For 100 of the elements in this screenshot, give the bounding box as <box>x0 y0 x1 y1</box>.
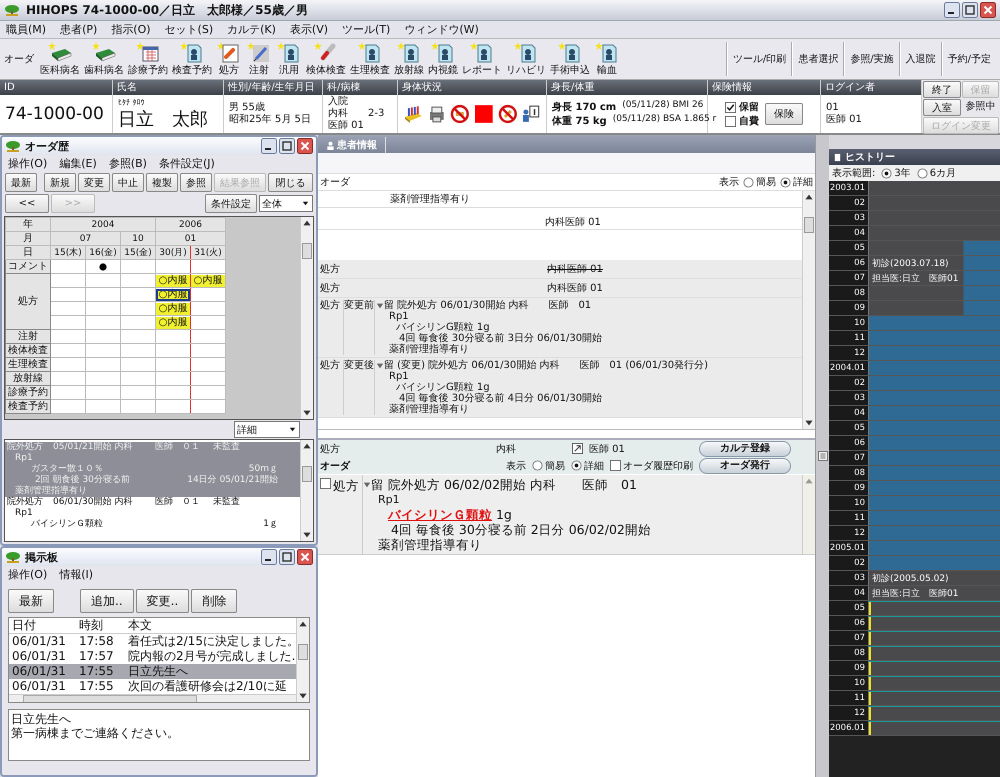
row-label[interactable]: 注射 <box>6 330 50 344</box>
login-button[interactable]: 入室 <box>923 99 960 116</box>
grid-cell[interactable] <box>50 316 86 330</box>
radio-button[interactable] <box>532 460 543 471</box>
toolbar-button[interactable]: 処方 <box>214 41 244 77</box>
menu-item[interactable]: 指示(O) <box>111 22 151 37</box>
grid-cell[interactable] <box>120 330 156 344</box>
order-entry[interactable]: ○内服 <box>156 302 190 314</box>
menu-item[interactable]: 患者(P) <box>60 22 98 37</box>
external-link-icon[interactable] <box>572 443 583 454</box>
expand-arrow-icon[interactable] <box>363 480 371 488</box>
grid-cell[interactable] <box>50 344 86 358</box>
radio-button[interactable] <box>780 176 791 188</box>
toolbar-button[interactable]: 変更 <box>78 173 110 192</box>
grid-cell[interactable] <box>86 386 120 400</box>
menu-item[interactable]: 操作(O) <box>8 567 48 582</box>
grid-cell[interactable] <box>190 400 226 414</box>
grid-cell[interactable] <box>50 330 86 344</box>
toolbar-button[interactable]: 新規 <box>44 173 76 192</box>
grid-cell[interactable] <box>120 372 156 386</box>
grid-cell[interactable] <box>156 260 190 274</box>
scrollbar[interactable] <box>300 217 313 419</box>
minimize-button[interactable] <box>261 549 277 565</box>
order-entry[interactable]: ○内服 <box>156 274 190 286</box>
toolbar-button[interactable]: 医科病名 <box>38 41 82 77</box>
column-heading[interactable]: 本文 <box>125 618 152 633</box>
grid-cell[interactable] <box>190 386 226 400</box>
message-row[interactable]: 06/01/31 17:57 院内報の2月号が完成しました. <box>9 649 296 664</box>
close-button[interactable] <box>297 549 313 565</box>
row-label[interactable]: 処方 <box>6 274 50 330</box>
toolbar-button[interactable]: 閉じる <box>268 173 313 192</box>
toolbar-button[interactable]: 予約/予定 <box>940 42 996 76</box>
toolbar-button[interactable]: 検体検査 <box>304 41 348 77</box>
toolbar-button[interactable]: リハビリ <box>504 41 548 77</box>
message-text-area[interactable]: 日立先生へ 第一病棟までご連絡ください。 <box>8 709 310 761</box>
grid-cell[interactable] <box>120 316 156 330</box>
grid-cell[interactable] <box>86 274 120 288</box>
order-entry[interactable]: ○内服 <box>156 316 190 328</box>
grid-cell[interactable] <box>86 260 120 274</box>
menu-item[interactable]: 情報(I) <box>59 567 94 582</box>
toolbar-button[interactable]: 診療予約 <box>126 41 170 77</box>
toolbar-button[interactable]: 最新 <box>5 173 37 192</box>
grid-cell[interactable] <box>156 386 190 400</box>
grid-cell[interactable] <box>86 400 120 414</box>
grid-cell[interactable] <box>50 260 86 274</box>
checkbox[interactable] <box>725 102 736 112</box>
toolbar-button[interactable]: 注射 <box>244 41 274 77</box>
grid-cell[interactable] <box>50 302 86 316</box>
grid-cell[interactable] <box>120 400 156 414</box>
grid-cell[interactable] <box>120 302 156 316</box>
minimize-button[interactable] <box>261 138 277 154</box>
grid-cell[interactable] <box>190 344 226 358</box>
toolbar-button[interactable]: レポート <box>460 41 504 77</box>
grid-cell[interactable] <box>156 400 190 414</box>
message-row[interactable]: 06/01/31 17:55 次回の看護研修会は2/10に延 <box>9 679 296 694</box>
grid-cell[interactable] <box>86 372 120 386</box>
grid-cell[interactable] <box>190 302 226 316</box>
close-button[interactable] <box>297 138 313 154</box>
toolbar-button[interactable]: 歯科病名 <box>82 41 126 77</box>
grid-cell[interactable] <box>120 288 156 302</box>
grid-cell[interactable] <box>120 260 156 274</box>
order-row[interactable]: 処方 内科医師 01 <box>318 279 802 298</box>
menu-item[interactable]: 職員(M) <box>6 22 46 37</box>
grid-cell[interactable] <box>86 358 120 372</box>
grid-cell[interactable] <box>50 288 86 302</box>
menu-item[interactable]: カルテ(K) <box>227 22 276 37</box>
grid-cell[interactable] <box>190 372 226 386</box>
checkbox[interactable] <box>610 460 621 471</box>
nav-button[interactable]: << <box>5 194 49 213</box>
column-heading[interactable]: 日付 <box>9 618 76 633</box>
order-row[interactable]: 処方 内科医師 01 <box>318 260 802 279</box>
maximize-button[interactable] <box>962 2 978 18</box>
grid-cell[interactable] <box>86 288 120 302</box>
message-row[interactable]: 06/01/31 17:55 日立先生へ <box>9 664 296 679</box>
grid-cell[interactable] <box>156 372 190 386</box>
scrollbar[interactable] <box>802 191 815 429</box>
menu-item[interactable]: セット(S) <box>164 22 214 37</box>
filter-dropdown[interactable]: 全体 <box>259 195 313 212</box>
grid-cell[interactable] <box>190 288 226 302</box>
row-label[interactable]: 検体検査 <box>6 344 50 358</box>
scrollbar[interactable] <box>296 618 309 702</box>
toolbar-button[interactable]: 削除 <box>191 589 238 613</box>
grid-cell[interactable] <box>190 316 226 330</box>
order-row[interactable]: 処方 変更後 留 (変更) 院外処方 06/01/30開始 内科 医師 01 (06/01/30発行分) Rp1 バイシリンG顆粒 1g 4回 毎食後 30分寝る前 4日分 06/01/30開始 薬剤管理指導有り <box>318 358 802 418</box>
toolbar-button[interactable]: 複製 <box>146 173 178 192</box>
scroll-thumb[interactable] <box>302 243 312 259</box>
radio-button[interactable] <box>881 168 892 178</box>
toolbar-button[interactable]: 入退院 <box>898 42 941 76</box>
toolbar-button[interactable]: 参照 <box>180 173 212 192</box>
toolbar-button[interactable]: 生理検査 <box>348 41 392 77</box>
grid-cell[interactable] <box>86 344 120 358</box>
maximize-button[interactable] <box>279 549 295 565</box>
expand-arrow-icon[interactable] <box>376 362 384 370</box>
message-row[interactable]: 06/01/31 17:58 着任式は2/15に決定しました。 <box>9 634 296 649</box>
scroll-thumb[interactable] <box>298 644 308 660</box>
toolbar-button[interactable]: 内視鏡 <box>426 41 460 77</box>
login-button[interactable]: 終了 <box>923 81 960 98</box>
toolbar-button[interactable]: 検査予約 <box>170 41 214 77</box>
row-label[interactable]: 生理検査 <box>6 358 50 372</box>
grid-cell[interactable] <box>50 358 86 372</box>
